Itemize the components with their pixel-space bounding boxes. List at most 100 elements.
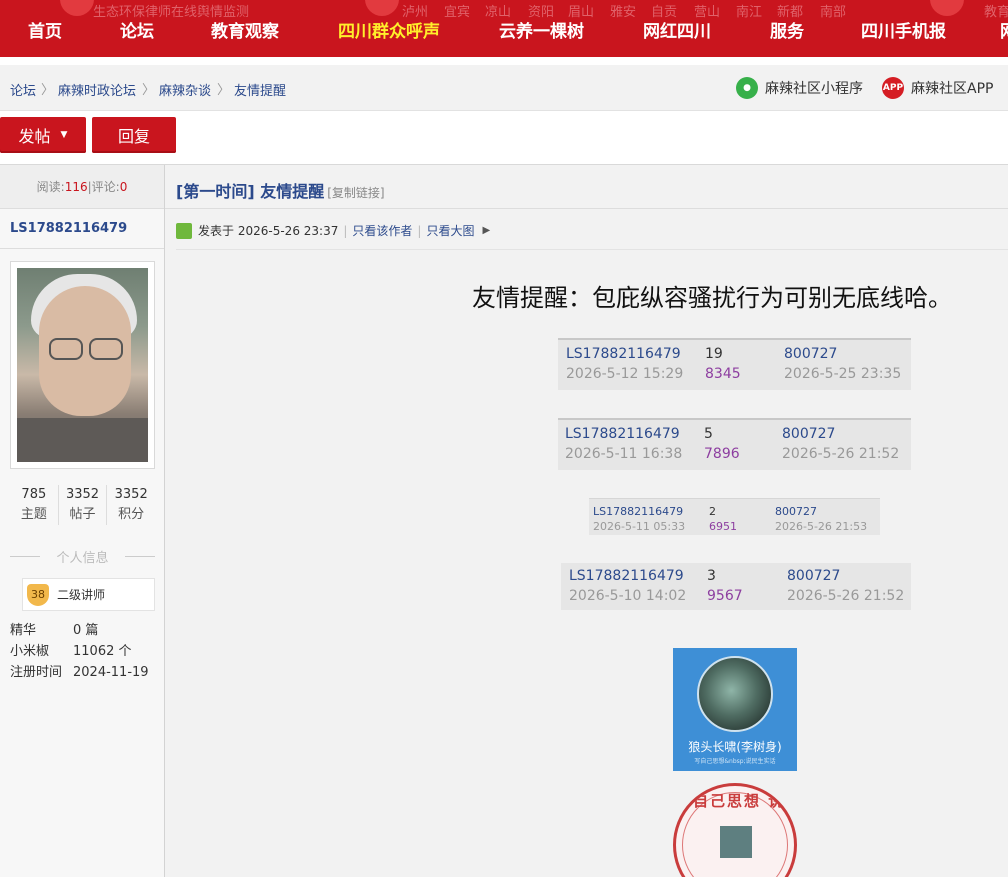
stat-topics[interactable]: 785 主题: [10, 485, 59, 525]
nav-more[interactable]: 网: [1000, 17, 1008, 42]
nav-public-voice[interactable]: 四川群众呼声: [338, 17, 440, 42]
field-key: 注册时间: [10, 665, 63, 680]
card-date: 2026-5-10 14:02: [569, 588, 687, 604]
new-post-label: 发帖: [18, 127, 51, 146]
thread-card[interactable]: LS17882116479 2026-5-11 05:33 2 6951 800…: [589, 498, 880, 535]
field-key: 小米椒: [10, 644, 50, 659]
card-last-user: 800727: [782, 426, 836, 442]
breadcrumb-forum[interactable]: 论坛: [10, 80, 36, 99]
field-essence: 精华 0 篇: [10, 619, 98, 638]
ticker-item[interactable]: 南江: [736, 1, 762, 20]
field-value: 0 篇: [73, 623, 99, 638]
stat-label: 积分: [118, 507, 145, 522]
action-bar: 发帖 ▼ 回复: [0, 111, 1008, 164]
card-last-date: 2026-5-25 23:35: [784, 366, 902, 382]
card-date: 2026-5-11 05:33: [593, 520, 686, 533]
author-sidebar: 阅读:116|评论:0 LS17882116479 785 主题 3352 帖子 3…: [0, 165, 165, 877]
ticker-item[interactable]: 雅安: [610, 1, 636, 20]
thread-panel: 阅读:116|评论:0 LS17882116479 785 主题 3352 帖子 3…: [0, 164, 1008, 877]
nav-forum[interactable]: 论坛: [120, 17, 154, 42]
mini-program-link[interactable]: ● 麻辣社区小程序: [736, 76, 863, 100]
divider: [165, 208, 1008, 209]
meta-separator: |: [417, 223, 422, 238]
app-label: 麻辣社区APP: [911, 81, 994, 97]
thread-card[interactable]: LS17882116479 2026-5-10 14:02 3 9567 800…: [561, 563, 911, 610]
card-replies: 5: [704, 426, 713, 442]
post-meta: 发表于 2026-5-26 23:37 | 只看该作者 | 只看大图 ▶: [176, 222, 490, 239]
only-big-image-link[interactable]: 只看大图: [426, 222, 474, 239]
field-pepper: 小米椒 11062 个: [10, 640, 132, 659]
page-title: [第一时间] 友情提醒 [复制链接]: [176, 178, 385, 202]
mini-program-label: 麻辣社区小程序: [765, 81, 863, 97]
card-last-date: 2026-5-26 21:52: [782, 446, 900, 462]
card-last-date: 2026-5-26 21:53: [775, 520, 868, 533]
seal-text: 写自己思想 说民生实话: [676, 792, 794, 810]
card-last-user: 800727: [787, 568, 841, 584]
nav-sichuan[interactable]: 网红四川: [643, 17, 711, 42]
stat-points[interactable]: 3352 积分: [107, 485, 155, 525]
avatar[interactable]: [10, 261, 155, 469]
stat-value: 785: [21, 487, 47, 502]
thread-stats: 阅读:116|评论:0: [0, 165, 164, 209]
signature-image[interactable]: 狼头长啸(李树身) 写自己思想&nbsp;说民生实话: [673, 648, 797, 771]
divider: [176, 249, 1008, 250]
nav-home[interactable]: 首页: [28, 17, 62, 42]
breadcrumb-chat[interactable]: 麻辣杂谈: [159, 80, 211, 99]
field-value: 11062 个: [73, 644, 132, 659]
nav-tree[interactable]: 云养一棵树: [499, 17, 584, 42]
breadcrumb: 论坛 〉 麻辣时政论坛 〉 麻辣杂谈 〉 友情提醒 ● 麻辣社区小程序 APP …: [0, 65, 1008, 111]
nav-mobile-paper[interactable]: 四川手机报: [861, 17, 946, 42]
breadcrumb-politics[interactable]: 麻辣时政论坛: [58, 80, 136, 99]
nav-education[interactable]: 教育观察: [211, 17, 279, 42]
rank-badge: 38 二级讲师: [22, 578, 155, 611]
nav-service[interactable]: 服务: [770, 17, 804, 42]
wolf-portrait-icon: [697, 656, 773, 732]
card-views: 8345: [705, 366, 741, 382]
reply-button[interactable]: 回复: [92, 117, 176, 153]
card-replies: 19: [705, 346, 723, 362]
stat-value: 3352: [65, 487, 100, 502]
card-user: LS17882116479: [569, 568, 684, 584]
nav-gap: [0, 57, 1008, 65]
seal-portrait: [720, 826, 752, 858]
card-user: LS17882116479: [565, 426, 680, 442]
card-views: 7896: [704, 446, 740, 462]
copy-link-button[interactable]: [复制链接]: [327, 186, 384, 200]
rank-level-icon: 38: [27, 583, 49, 606]
posted-time: 2026-5-26 23:37: [237, 223, 339, 238]
triangle-right-icon[interactable]: ▶: [482, 225, 490, 236]
app-link[interactable]: APP 麻辣社区APP: [882, 76, 993, 100]
card-last-user: 800727: [784, 346, 838, 362]
divider: [0, 248, 164, 249]
signature-subtitle: 写自己思想&nbsp;说民生实话: [694, 758, 776, 765]
stat-label: 主题: [20, 507, 47, 522]
comments-label: 评论:: [91, 180, 120, 194]
rank-title: 二级讲师: [57, 588, 106, 602]
wechat-mini-program-icon: ●: [736, 77, 758, 99]
field-value: 2024-11-19: [73, 665, 149, 680]
breadcrumb-current[interactable]: 友情提醒: [234, 80, 286, 99]
new-post-button[interactable]: 发帖 ▼: [0, 117, 86, 153]
views-label: 阅读:: [36, 180, 65, 194]
field-key: 精华: [10, 623, 37, 638]
thread-card[interactable]: LS17882116479 2026-5-11 16:38 5 7896 800…: [558, 418, 911, 470]
card-replies: 2: [709, 505, 716, 518]
author-stats: 785 主题 3352 帖子 3352 积分: [10, 485, 155, 525]
card-last-user: 800727: [775, 505, 817, 518]
field-registered: 注册时间 2024-11-19: [10, 661, 149, 680]
ticker-item[interactable]: 南部: [820, 1, 846, 20]
ticker-item[interactable]: 宜宾: [444, 1, 470, 20]
profile-heading: 个人信息: [10, 547, 155, 566]
card-last-date: 2026-5-26 21:52: [787, 588, 905, 604]
comments-count: 0: [119, 180, 128, 194]
breadcrumb-separator: 〉: [142, 83, 156, 98]
avatar-photo: [17, 268, 148, 462]
only-author-link[interactable]: 只看该作者: [352, 222, 412, 239]
app-icon: APP: [882, 77, 904, 99]
author-name[interactable]: LS17882116479: [10, 221, 127, 236]
breadcrumb-separator: 〉: [217, 83, 231, 98]
stat-posts[interactable]: 3352 帖子: [59, 485, 108, 525]
thread-title[interactable]: [第一时间] 友情提醒: [176, 182, 324, 201]
user-online-icon: [176, 222, 192, 239]
thread-card[interactable]: LS17882116479 2026-5-12 15:29 19 8345 80…: [558, 338, 911, 390]
